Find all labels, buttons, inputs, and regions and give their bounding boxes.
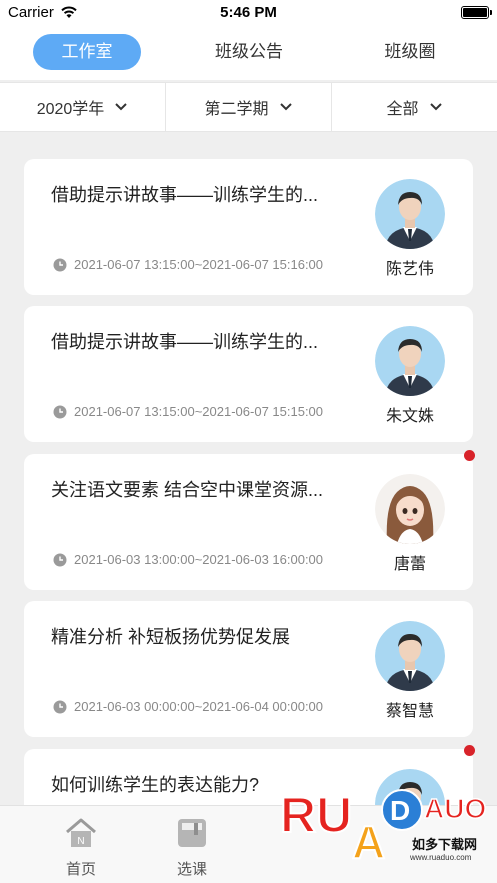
clock-icon [53, 700, 67, 714]
male-avatar [375, 179, 445, 249]
card-person-name: 蔡智慧 [385, 703, 434, 720]
card-time-range: 2021-06-07 13:15:00~2021-06-07 15:16:00 [74, 257, 324, 272]
card-title: 借助提示讲故事——训练学生的... [51, 185, 319, 205]
filter-label: 全部 [386, 101, 419, 118]
card-time-range: 2021-06-03 00:00:00~2021-06-04 00:00:00 [74, 699, 324, 714]
top-tab-bar: 工作室 班级公告 班级圈 [0, 26, 497, 80]
nav-label: 首页 [65, 861, 96, 878]
clock-icon [53, 553, 67, 567]
clock-time: 5:46 PM [220, 4, 277, 21]
ruandao-watermark-logo: RU A D AUO 如多下载网 www.ruaduo.com [278, 770, 497, 883]
svg-text:A: A [352, 816, 385, 868]
home-icon: N [66, 818, 96, 847]
card-person-name: 朱文姝 [385, 408, 434, 425]
filter-bar: 2020学年 第二学期 全部 [0, 82, 497, 132]
card-title: 关注语文要素 结合空中课堂资源... [51, 480, 324, 500]
tab-class-circle[interactable]: 班级圈 [356, 34, 464, 70]
tab-studio[interactable]: 工作室 [33, 34, 141, 70]
svg-text:RU: RU [280, 787, 352, 843]
watermark-url: www.ruaduo.com [410, 853, 472, 862]
course-icon [178, 819, 206, 847]
nav-course[interactable]: 选课 [162, 816, 222, 879]
filter-label: 2020学年 [36, 101, 105, 118]
activity-card[interactable]: 借助提示讲故事——训练学生的... 2021-06-07 13:15:00~20… [24, 159, 473, 295]
card-person-name: 陈艺伟 [385, 261, 434, 278]
card-person-name: 唐蕾 [393, 556, 426, 573]
watermark-subtitle: 如多下载网 [412, 837, 478, 852]
chevron-down-icon [115, 103, 128, 111]
chevron-down-icon [429, 103, 442, 111]
nav-label: 选课 [176, 861, 207, 878]
unread-dot [464, 450, 475, 461]
activity-card[interactable]: 关注语文要素 结合空中课堂资源... 2021-06-03 13:00:00~2… [24, 454, 473, 590]
card-time-range: 2021-06-07 13:15:00~2021-06-07 15:15:00 [74, 404, 324, 419]
filter-category[interactable]: 全部 [332, 83, 497, 131]
svg-text:N: N [77, 836, 84, 847]
card-title: 精准分析 补短板扬优势促发展 [51, 627, 290, 647]
clock-icon [53, 258, 67, 272]
unread-dot [464, 745, 475, 756]
clock-icon [53, 405, 67, 419]
card-time-range: 2021-06-03 13:00:00~2021-06-03 16:00:00 [74, 552, 324, 567]
card-title: 借助提示讲故事——训练学生的... [51, 332, 319, 352]
male-avatar [375, 621, 445, 691]
status-bar: Carrier 5:46 PM [0, 0, 497, 26]
svg-text:D: D [390, 795, 410, 826]
filter-semester[interactable]: 第二学期 [166, 83, 332, 131]
nav-home[interactable]: N 首页 [51, 816, 111, 879]
female-avatar [375, 474, 445, 544]
tab-class-announcement[interactable]: 班级公告 [195, 34, 303, 70]
male-avatar [375, 326, 445, 396]
filter-label: 第二学期 [204, 101, 269, 118]
svg-text:AUO: AUO [424, 793, 486, 824]
filter-school-year[interactable]: 2020学年 [0, 83, 166, 131]
activity-card[interactable]: 精准分析 补短板扬优势促发展 2021-06-03 00:00:00~2021-… [24, 601, 473, 737]
battery-icon [461, 6, 492, 19]
activity-card[interactable]: 借助提示讲故事——训练学生的... 2021-06-07 13:15:00~20… [24, 306, 473, 442]
chevron-down-icon [279, 103, 292, 111]
